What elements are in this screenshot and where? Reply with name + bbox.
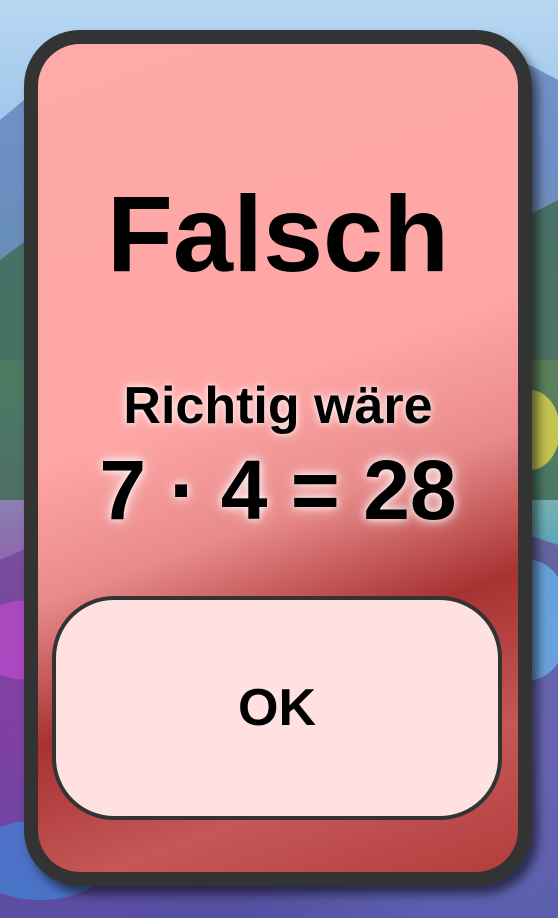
correct-equation: 7 · 4 = 28 <box>99 443 457 537</box>
ok-button[interactable]: OK <box>52 596 502 820</box>
correct-answer-label: Richtig wäre <box>123 377 433 435</box>
dialog-title: Falsch <box>106 173 450 294</box>
wrong-answer-dialog: Falsch Richtig wäre 7 · 4 = 28 OK <box>24 30 532 886</box>
